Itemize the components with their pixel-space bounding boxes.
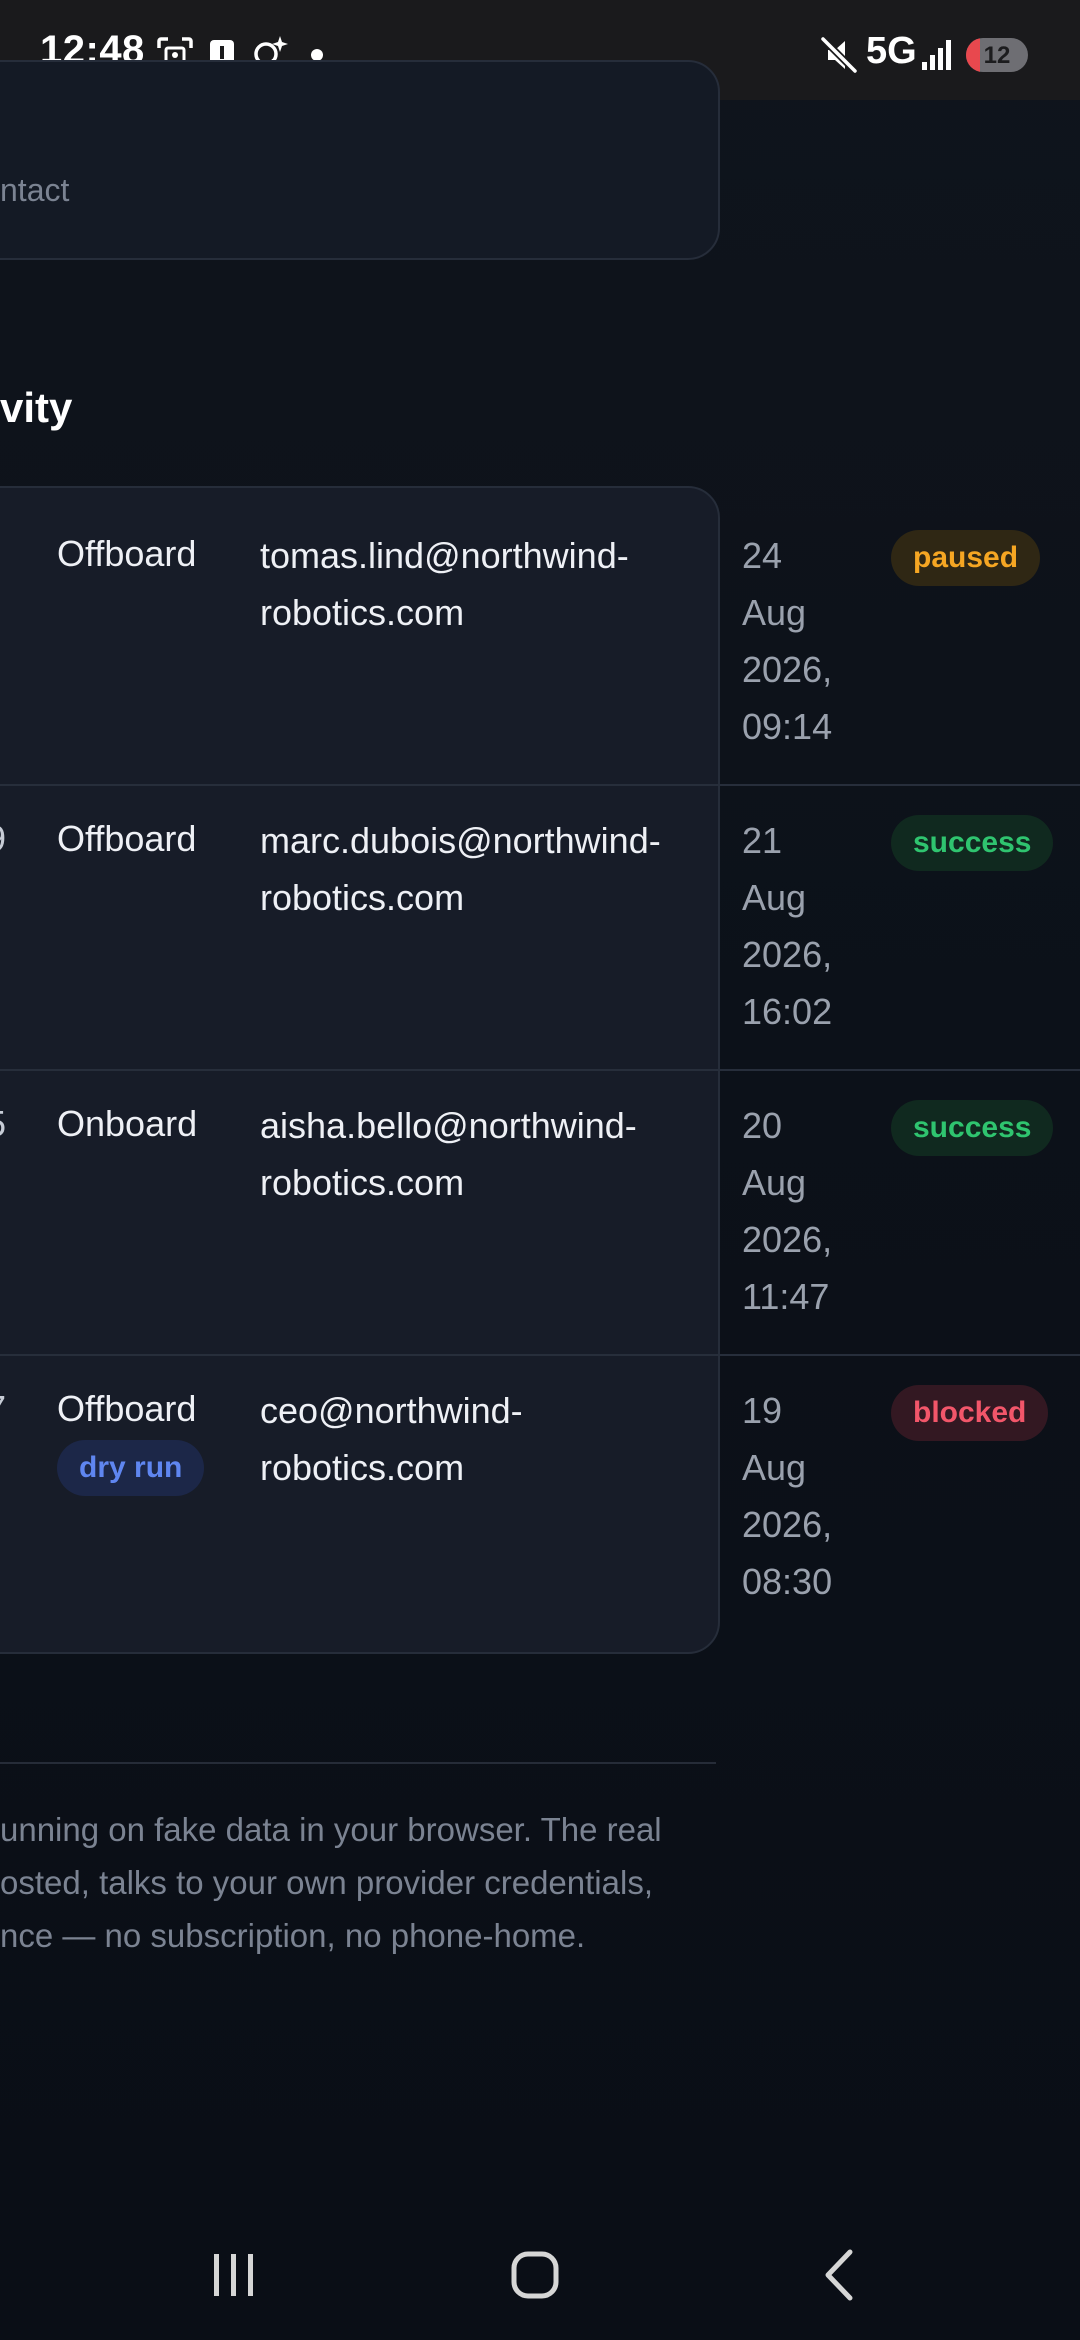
- row-email: tomas.lind@northwind- robotics.com: [260, 527, 700, 641]
- row-email-line: aisha.bello@northwind-: [260, 1105, 637, 1146]
- row-number: 9: [0, 818, 6, 860]
- row-email: marc.dubois@northwind- robotics.com: [260, 812, 700, 926]
- recent-apps-button[interactable]: [183, 2230, 283, 2320]
- row-date-year: 2026,: [742, 934, 833, 975]
- row-email-line: ceo@northwind-: [260, 1390, 523, 1431]
- row-date: 20 Aug 2026, 11:47: [742, 1097, 872, 1325]
- row-date-time: 16:02: [742, 991, 833, 1032]
- row-date-year: 2026,: [742, 649, 833, 690]
- status-badge: paused: [891, 530, 1041, 586]
- row-date-time: 08:30: [742, 1561, 833, 1602]
- row-date-month: Aug: [742, 877, 807, 918]
- contact-link[interactable]: ntact: [0, 172, 69, 209]
- row-date: 19 Aug 2026, 08:30: [742, 1382, 872, 1610]
- battery-indicator: 12: [966, 38, 1028, 72]
- row-date-month: Aug: [742, 592, 807, 633]
- row-action: Offboard: [57, 1388, 197, 1429]
- row-date-time: 11:47: [742, 1276, 830, 1317]
- row-action: Onboard: [57, 1103, 198, 1144]
- row-date-month: Aug: [742, 1447, 807, 1488]
- back-button[interactable]: [788, 2230, 888, 2320]
- network-type: 5G: [866, 30, 917, 72]
- row-date-time: 09:14: [742, 706, 833, 747]
- row-date-day: 19: [742, 1390, 783, 1431]
- recent-apps-icon: [214, 2254, 253, 2296]
- row-date-day: 20: [742, 1105, 783, 1146]
- row-action: Offboard: [57, 818, 197, 859]
- row-number: 5: [0, 1103, 6, 1145]
- row-date-year: 2026,: [742, 1504, 833, 1545]
- dry-run-badge: dry run: [57, 1440, 205, 1496]
- row-number: 7: [0, 1388, 6, 1430]
- footer-text: unning on fake data in your browser. The…: [0, 1811, 662, 1848]
- contact-card: [0, 60, 720, 260]
- row-email: aisha.bello@northwind- robotics.com: [260, 1097, 700, 1211]
- footer-text: nce — no subscription, no phone-home.: [0, 1917, 586, 1954]
- row-divider: [0, 1069, 1080, 1071]
- row-email: ceo@northwind- robotics.com: [260, 1382, 700, 1496]
- back-icon: [825, 2249, 853, 2301]
- row-divider: [0, 784, 1080, 786]
- row-email-line: robotics.com: [260, 592, 465, 633]
- signal-icon: [922, 40, 951, 70]
- row-email-line: marc.dubois@northwind-: [260, 820, 661, 861]
- battery-percent: 12: [983, 42, 1011, 69]
- status-badge: success: [891, 1100, 1054, 1156]
- row-email-line: robotics.com: [260, 877, 465, 918]
- status-badge: blocked: [891, 1385, 1049, 1441]
- home-button[interactable]: [485, 2230, 585, 2320]
- row-date-month: Aug: [742, 1162, 807, 1203]
- row-date: 21 Aug 2026, 16:02: [742, 812, 872, 1040]
- row-date-day: 24: [742, 535, 783, 576]
- home-icon: [511, 2251, 559, 2299]
- row-email-line: tomas.lind@northwind-: [260, 535, 629, 576]
- row-divider: [0, 1354, 1080, 1356]
- activity-heading: vity: [0, 384, 73, 431]
- footer-divider: [0, 1762, 716, 1764]
- status-badge: success: [891, 815, 1054, 871]
- mute-icon: [820, 36, 858, 74]
- footer-text: osted, talks to your own provider creden…: [0, 1864, 653, 1901]
- row-email-line: robotics.com: [260, 1162, 465, 1203]
- row-date: 24 Aug 2026, 09:14: [742, 527, 872, 755]
- row-email-line: robotics.com: [260, 1447, 465, 1488]
- row-date-year: 2026,: [742, 1219, 833, 1260]
- row-date-day: 21: [742, 820, 783, 861]
- row-action: Offboard: [57, 533, 197, 574]
